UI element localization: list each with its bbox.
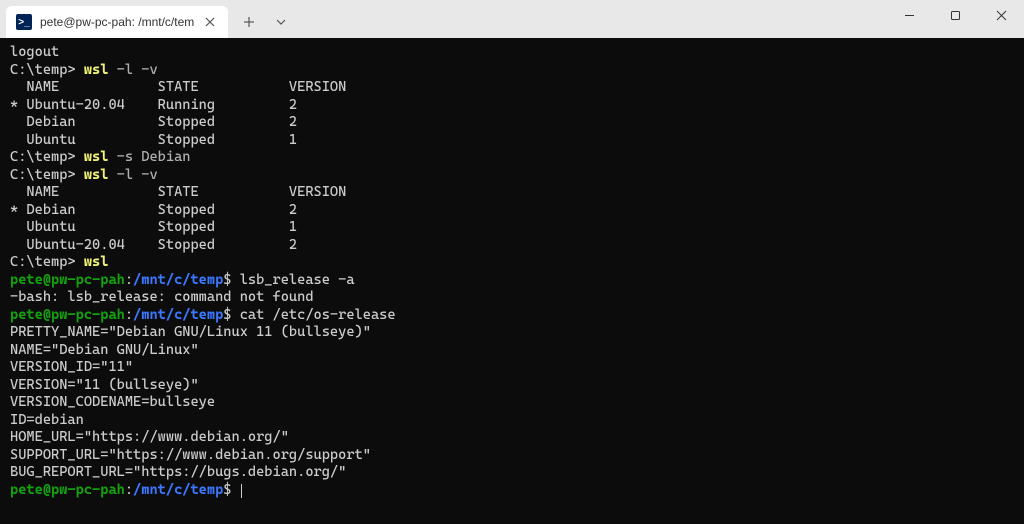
terminal-line: Ubuntu Stopped 1 (10, 219, 1014, 237)
tab-actions (228, 6, 296, 38)
terminal-line: * Ubuntu-20.04 Running 2 (10, 97, 1014, 115)
powershell-icon: >_ (16, 14, 32, 30)
close-icon[interactable] (202, 14, 218, 30)
terminal-line: -bash: lsb_release: command not found (10, 289, 1014, 307)
terminal-line: C:\temp> wsl -l -v (10, 62, 1014, 80)
terminal-line: NAME STATE VERSION (10, 79, 1014, 97)
terminal-line: HOME_URL="https://www.debian.org/" (10, 429, 1014, 447)
terminal-line: C:\temp> wsl -l -v (10, 167, 1014, 185)
window-controls (886, 0, 1024, 38)
terminal-prompt-current[interactable]: pete@pw-pc-pah:/mnt/c/temp$ (10, 482, 1014, 500)
terminal-line: NAME="Debian GNU/Linux" (10, 342, 1014, 360)
terminal-line: C:\temp> wsl -s Debian (10, 149, 1014, 167)
terminal-line: pete@pw-pc-pah:/mnt/c/temp$ cat /etc/os-… (10, 307, 1014, 325)
new-tab-button[interactable] (234, 7, 264, 37)
terminal-line: PRETTY_NAME="Debian GNU/Linux 11 (bullse… (10, 324, 1014, 342)
cursor-icon (241, 484, 242, 498)
terminal-line: * Debian Stopped 2 (10, 202, 1014, 220)
terminal-line: NAME STATE VERSION (10, 184, 1014, 202)
terminal-line: pete@pw-pc-pah:/mnt/c/temp$ lsb_release … (10, 272, 1014, 290)
maximize-button[interactable] (932, 0, 978, 30)
terminal-line: Ubuntu-20.04 Stopped 2 (10, 237, 1014, 255)
terminal-line: ID=debian (10, 412, 1014, 430)
terminal-line: C:\temp> wsl (10, 254, 1014, 272)
close-window-button[interactable] (978, 0, 1024, 30)
tab-dropdown-button[interactable] (266, 7, 296, 37)
titlebar: >_ pete@pw-pc-pah: /mnt/c/tem (0, 0, 1024, 38)
terminal-line: SUPPORT_URL="https://www.debian.org/supp… (10, 447, 1014, 465)
terminal-line: logout (10, 44, 1014, 62)
tabs-area: >_ pete@pw-pc-pah: /mnt/c/tem (0, 0, 296, 38)
terminal-line: VERSION_CODENAME=bullseye (10, 394, 1014, 412)
terminal-line: BUG_REPORT_URL="https://bugs.debian.org/… (10, 464, 1014, 482)
tab-title: pete@pw-pc-pah: /mnt/c/tem (40, 15, 194, 29)
terminal-line: VERSION="11 (bullseye)" (10, 377, 1014, 395)
terminal-line: Debian Stopped 2 (10, 114, 1014, 132)
minimize-button[interactable] (886, 0, 932, 30)
tab-active[interactable]: >_ pete@pw-pc-pah: /mnt/c/tem (6, 6, 228, 38)
terminal-line: Ubuntu Stopped 1 (10, 132, 1014, 150)
terminal-line: VERSION_ID="11" (10, 359, 1014, 377)
terminal-window: >_ pete@pw-pc-pah: /mnt/c/tem (0, 0, 1024, 524)
terminal-body[interactable]: logout C:\temp> wsl -l -v NAME STATE VER… (0, 38, 1024, 524)
